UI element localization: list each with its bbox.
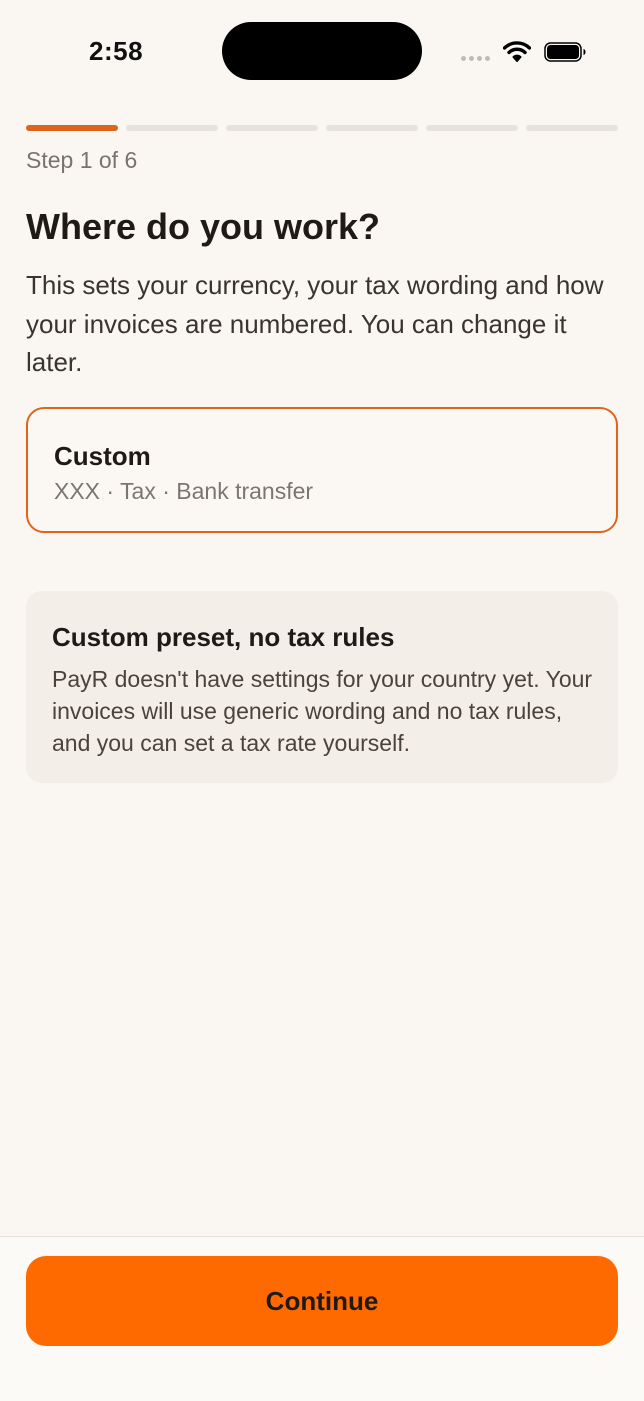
progress-segment [526, 125, 618, 131]
continue-button[interactable]: Continue [26, 1256, 618, 1346]
preset-detail: XXX · Tax · Bank transfer [54, 478, 314, 504]
progress-segment [126, 125, 218, 131]
dynamic-island [222, 22, 422, 80]
cellular-signal-icon [461, 56, 490, 61]
status-time: 2:58 [89, 36, 144, 66]
progress-segment [226, 125, 318, 131]
battery-icon [544, 42, 586, 62]
info-notice: Custom preset, no tax rules PayR doesn't… [26, 591, 618, 783]
page-description: This sets your currency, your tax wordin… [26, 270, 604, 377]
progress-segment [26, 125, 118, 131]
progress-segment [426, 125, 518, 131]
info-body: PayR doesn't have settings for your coun… [52, 666, 593, 756]
preset-name: Custom [54, 441, 151, 471]
footer-bar: Continue [0, 1236, 644, 1401]
step-label: Step 1 of 6 [26, 147, 138, 173]
page-title: Where do you work? [26, 206, 381, 247]
progress-segment [326, 125, 418, 131]
wifi-icon [503, 41, 531, 62]
step-progress [26, 125, 618, 131]
preset-card-custom[interactable]: Custom XXX · Tax · Bank transfer [26, 407, 618, 533]
info-title: Custom preset, no tax rules [52, 622, 395, 652]
status-bar: 2:58 [0, 0, 644, 100]
